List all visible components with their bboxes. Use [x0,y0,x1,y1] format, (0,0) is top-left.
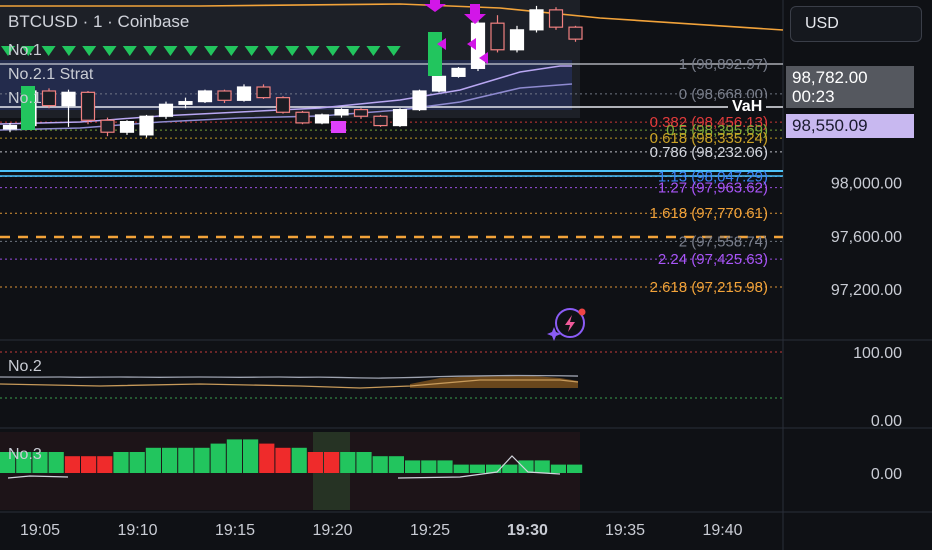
time-axis-tick: 19:40 [702,522,742,539]
histogram-bar [469,464,485,473]
histogram-bar [275,447,291,473]
fib-level-label: 2.24 (97,425.63) [658,251,768,268]
time-axis-tick: 19:20 [312,522,352,539]
fib-level-label: 2.618 (97,215.98) [650,279,768,296]
histogram-bar [145,447,161,473]
time-axis-tick: 19:15 [215,522,255,539]
histogram-bar [259,443,275,473]
candle-body [353,109,369,117]
candle-body [236,86,252,101]
candle-body [119,120,135,133]
histogram-bar [388,456,404,473]
histogram-bar [421,460,437,473]
histogram-bar [226,439,242,473]
histogram-bar [340,452,356,473]
time-axis-tick: 19:05 [20,522,60,539]
candle-body [490,22,505,51]
histogram-bar [291,447,307,473]
legend-no1-bottom[interactable]: No.1 [8,90,42,108]
fib-level-label: 1.27 (97,963.62) [658,180,768,197]
oscillator-axis-tick: 100.00 [853,345,902,362]
histogram-bar [486,464,502,473]
histogram-bar [64,456,80,473]
candle-body [2,124,18,130]
candle-body [412,90,427,111]
price-axis-tick: 98,000.00 [831,176,902,193]
histogram-bar [210,443,226,473]
candle-body [392,109,408,127]
histogram-bar [518,460,534,473]
legend-no3[interactable]: No.3 [8,446,42,464]
candle-body [80,91,96,121]
candle-body [431,75,447,92]
legend-no2[interactable]: No.2 [8,358,42,376]
currency-selector-button[interactable]: USD [790,6,922,42]
histogram-bar [307,452,323,473]
histogram-bar [405,460,421,473]
candle-body [100,119,115,133]
pink-candle-highlight [331,121,346,133]
histogram-bar [356,452,372,473]
vah-label: VaH [728,98,767,116]
legend-no2-strat[interactable]: No.2.1 Strat [8,66,93,84]
candle-body [139,115,154,136]
candle-body [529,9,544,31]
histogram-bar [550,464,566,473]
candle-body [178,101,193,105]
candle-body [256,86,271,99]
histogram-bar [48,452,64,473]
current-price-tag: 98,782.00 00:23 [786,66,914,108]
candle-body [295,111,310,124]
candle-body [373,115,388,127]
candle-body [41,90,57,107]
histogram-bar [129,452,145,473]
histogram-bar [502,464,518,473]
price-axis-tick: 97,200.00 [831,282,902,299]
symbol-title[interactable]: BTCUSD · 1 · Coinbase [8,12,189,32]
legend-no1-top[interactable]: No.1 [8,42,42,60]
bar-countdown: 00:23 [792,87,835,106]
histogram-bar [194,447,210,473]
time-axis-tick: 19:35 [605,522,645,539]
histogram-bar [453,464,469,473]
candle-body [275,97,291,113]
histogram-bar [97,456,113,473]
candle-body [314,114,330,124]
candle-body [568,26,583,40]
oscillator-axis-tick: 0.00 [871,413,902,430]
histogram-bar [437,460,453,473]
histogram-bar [81,456,97,473]
candle-body [217,90,232,101]
fib-level-label: 0.786 (98,232.06) [650,144,768,161]
green-signal-candle [428,32,442,76]
time-axis-tick: 19:25 [410,522,450,539]
fib-level-label: 1.618 (97,770.61) [650,205,768,222]
notification-dot [578,308,586,316]
histogram-bar [372,456,388,473]
histogram-bar [534,460,550,473]
histogram-bar [324,452,340,473]
histogram-bar [243,439,259,473]
candle-body [61,91,76,107]
price-axis-tick: 97,600.00 [831,229,902,246]
histogram-bar [162,447,178,473]
current-price-value: 98,782.00 [792,68,868,87]
candle-body [334,109,349,116]
fib-level-label: 1 (98,892.97) [679,56,768,73]
histogram-bar [178,447,194,473]
time-axis-tick: 19:30 [507,522,548,539]
candle-body [509,29,525,51]
candle-body [158,103,174,117]
time-axis-tick: 19:10 [117,522,157,539]
histogram-axis-tick: 0.00 [871,466,902,483]
fib-level-label: 2 (97,558.74) [679,233,768,250]
vah-price-tag: 98,550.09 [786,114,914,138]
candle-body [197,90,213,103]
histogram-bar [567,464,583,473]
candle-body [451,67,466,77]
candle-body [548,9,564,28]
histogram-bar [113,452,129,473]
